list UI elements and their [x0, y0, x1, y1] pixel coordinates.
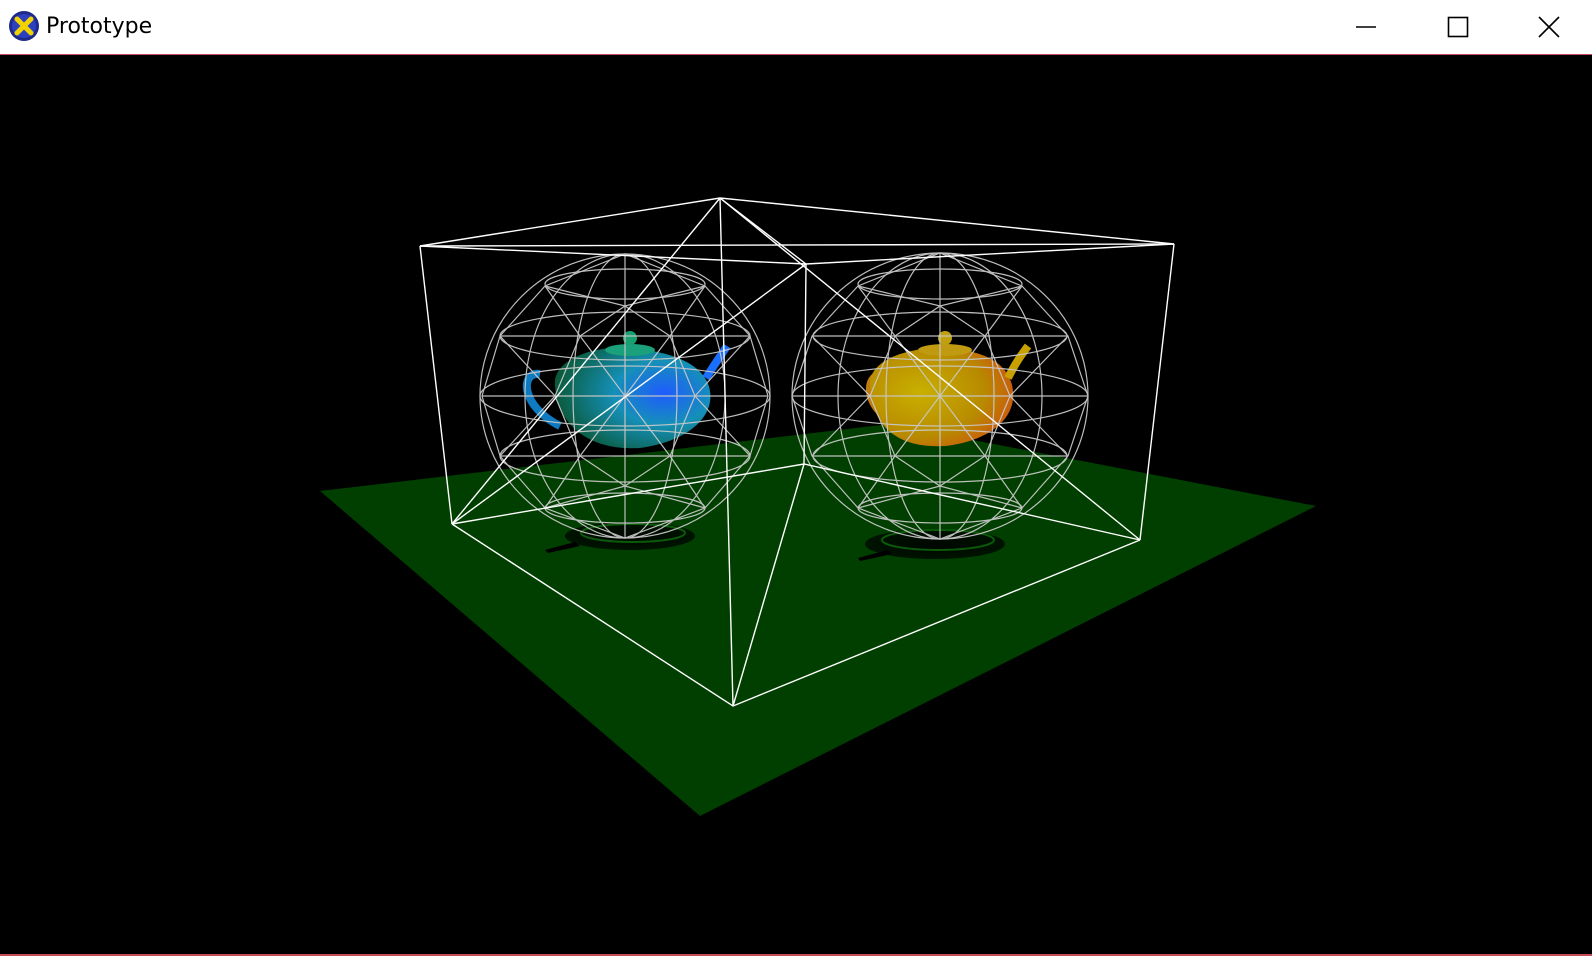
close-button[interactable] [1503, 0, 1592, 54]
left-teapot [522, 331, 731, 449]
x-window-icon [9, 11, 39, 41]
floor-plane [320, 424, 1316, 816]
window-title: Prototype [46, 14, 153, 39]
render-viewport[interactable] [0, 56, 1592, 954]
application-window: Prototype [0, 0, 1592, 956]
minimize-icon [1356, 26, 1376, 28]
minimize-button[interactable] [1320, 0, 1412, 54]
maximize-button[interactable] [1412, 0, 1504, 54]
title-bar[interactable]: Prototype [0, 0, 1592, 55]
maximize-icon [1447, 16, 1469, 38]
close-icon [1538, 16, 1560, 38]
3d-scene [320, 197, 1316, 816]
